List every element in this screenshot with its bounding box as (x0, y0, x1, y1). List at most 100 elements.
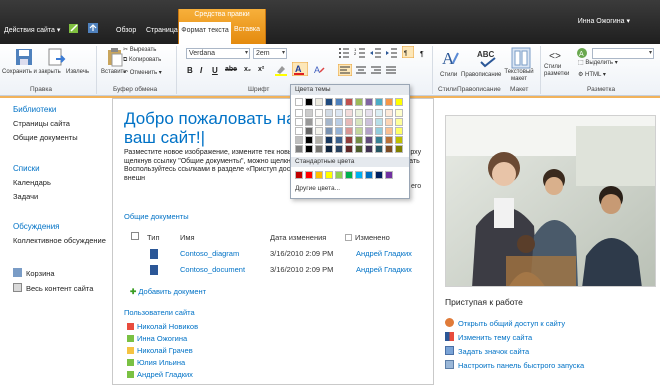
check-out-button[interactable]: Извлечь (66, 69, 89, 75)
color-swatch[interactable] (345, 136, 353, 144)
color-swatch[interactable] (305, 136, 313, 144)
color-swatch[interactable] (385, 109, 393, 117)
color-swatch[interactable] (305, 127, 313, 135)
color-swatch[interactable] (395, 145, 403, 153)
nav-heading-lists[interactable]: Списки (13, 164, 40, 173)
list-item[interactable]: Николай Новиков (127, 322, 198, 331)
color-swatch[interactable] (295, 127, 303, 135)
nav-item-recycle-bin[interactable]: Корзина (13, 268, 55, 278)
color-swatch[interactable] (315, 98, 323, 106)
color-swatch[interactable] (385, 145, 393, 153)
color-swatch[interactable] (335, 136, 343, 144)
set-site-icon-link[interactable]: Задать значок сайта (445, 346, 529, 356)
doc-name[interactable]: Contoso_document (180, 265, 245, 274)
tab-browse[interactable]: Обзор (116, 27, 136, 34)
edit-page-icon[interactable] (68, 22, 80, 34)
col-type[interactable]: Тип (147, 233, 160, 242)
color-swatch[interactable] (315, 109, 323, 117)
color-swatch[interactable] (395, 127, 403, 135)
text-layout-button[interactable]: Текстовый макет (502, 69, 536, 83)
col-modified-date[interactable]: Дата изменения (270, 233, 326, 242)
color-swatch[interactable] (345, 109, 353, 117)
select-button[interactable]: ⬚ Выделить ▾ (578, 59, 618, 66)
color-swatch[interactable] (335, 171, 343, 179)
tab-insert[interactable]: Вставка (234, 26, 260, 33)
list-item[interactable]: Андрей Гладких (127, 370, 193, 379)
col-name[interactable]: Имя (180, 233, 195, 242)
color-swatch[interactable] (295, 145, 303, 153)
decrease-indent-icon[interactable] (370, 47, 382, 60)
color-swatch[interactable] (345, 171, 353, 179)
align-center-icon[interactable] (355, 64, 367, 78)
color-swatch[interactable] (375, 118, 383, 126)
change-theme-link[interactable]: Изменить тему сайта (445, 332, 532, 342)
font-name-combo[interactable]: Verdana ▾ (186, 48, 250, 59)
color-swatch[interactable] (355, 145, 363, 153)
markup-combo[interactable]: ▾ (592, 48, 654, 59)
site-actions-menu[interactable]: Действия сайта ▾ (4, 26, 60, 34)
superscript-button[interactable]: x² (258, 66, 264, 73)
color-swatch[interactable] (305, 145, 313, 153)
share-site-link[interactable]: Открыть общий доступ к сайту (445, 318, 565, 328)
color-swatch[interactable] (295, 136, 303, 144)
color-swatch[interactable] (295, 98, 303, 106)
highlight-icon[interactable] (274, 64, 288, 78)
list-item[interactable]: Инна Ожогина (127, 334, 187, 343)
color-swatch[interactable] (325, 171, 333, 179)
styles-button[interactable]: Стили (440, 72, 457, 78)
color-swatch[interactable] (335, 145, 343, 153)
font-size-combo[interactable]: 2em ▾ (253, 48, 287, 59)
add-document-link[interactable]: ✚ Добавить документ (130, 287, 206, 296)
color-swatch[interactable] (375, 145, 383, 153)
color-swatch[interactable] (335, 127, 343, 135)
color-swatch[interactable] (395, 118, 403, 126)
color-swatch[interactable] (325, 145, 333, 153)
nav-heading-libraries[interactable]: Библиотеки (13, 105, 56, 114)
color-swatch[interactable] (345, 145, 353, 153)
color-swatch[interactable] (325, 98, 333, 106)
color-swatch[interactable] (385, 171, 393, 179)
color-swatch[interactable] (375, 98, 383, 106)
color-swatch[interactable] (345, 98, 353, 106)
tab-page[interactable]: Страница (146, 27, 178, 34)
color-swatch[interactable] (295, 118, 303, 126)
color-swatch[interactable] (305, 109, 313, 117)
color-swatch[interactable] (365, 136, 373, 144)
doc-name[interactable]: Contoso_diagram (180, 249, 239, 258)
color-swatch[interactable] (325, 118, 333, 126)
align-right-icon[interactable] (370, 64, 382, 78)
color-swatch[interactable] (375, 171, 383, 179)
color-swatch[interactable] (385, 118, 393, 126)
navigate-up-icon[interactable] (87, 22, 99, 34)
color-swatch[interactable] (315, 118, 323, 126)
color-swatch[interactable] (345, 118, 353, 126)
nav-heading-discussions[interactable]: Обсуждения (13, 222, 60, 231)
color-swatch[interactable] (325, 136, 333, 144)
color-swatch[interactable] (365, 145, 373, 153)
color-swatch[interactable] (375, 109, 383, 117)
color-swatch[interactable] (395, 136, 403, 144)
color-swatch[interactable] (365, 118, 373, 126)
color-swatch[interactable] (355, 98, 363, 106)
nav-item-all-content[interactable]: Весь контент сайта (13, 283, 93, 293)
list-item[interactable]: Николай Грачев (127, 346, 193, 355)
check-out-icon[interactable] (46, 47, 66, 69)
shared-docs-title[interactable]: Общие документы (124, 212, 189, 221)
color-swatch[interactable] (305, 118, 313, 126)
nav-item-shared-docs[interactable]: Общие документы (13, 133, 78, 142)
color-swatch[interactable] (365, 98, 373, 106)
copy-button[interactable]: ⧉ Копировать (123, 57, 161, 64)
save-icon[interactable] (14, 47, 36, 69)
more-colors-link[interactable]: Другие цвета... (295, 185, 340, 192)
select-all-checkbox[interactable] (131, 232, 139, 240)
bullet-list-icon[interactable] (338, 47, 350, 60)
spelling-button[interactable]: Правописание (461, 72, 501, 78)
color-swatch[interactable] (385, 98, 393, 106)
color-swatch[interactable] (355, 127, 363, 135)
bold-button[interactable]: B (187, 66, 193, 75)
color-swatch[interactable] (335, 109, 343, 117)
color-swatch[interactable] (385, 136, 393, 144)
underline-button[interactable]: U (212, 66, 218, 75)
italic-button[interactable]: I (200, 66, 202, 75)
color-swatch[interactable] (395, 98, 403, 106)
